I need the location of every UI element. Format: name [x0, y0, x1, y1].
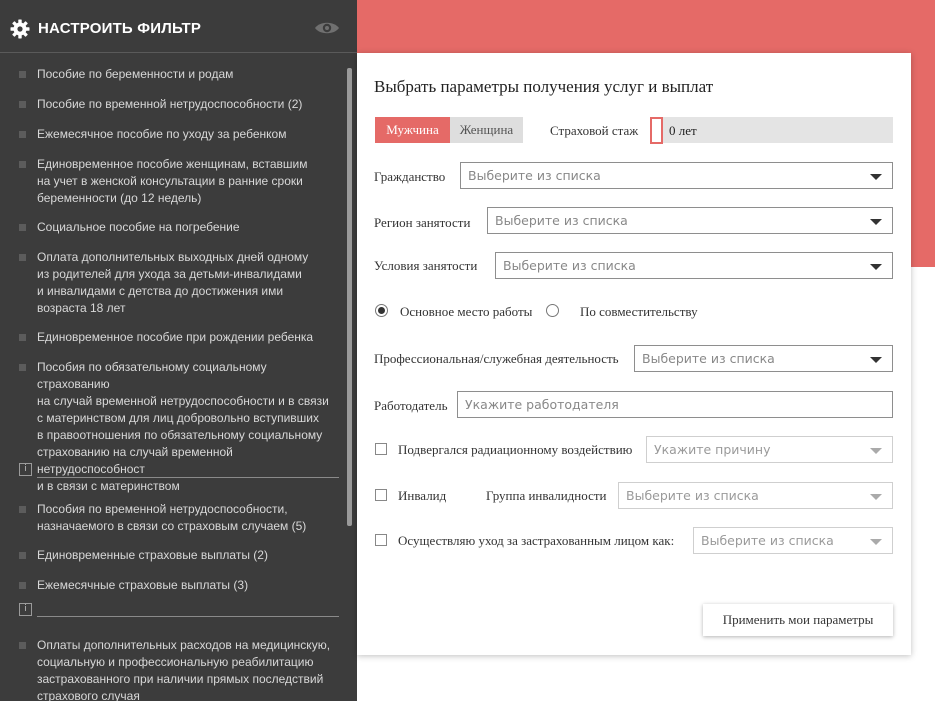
profession-select[interactable]: Выберите из списка: [634, 345, 893, 372]
sidebar-item-label: Единовременные страховые выплаты (2): [37, 548, 268, 562]
sidebar-header: НАСТРОИТЬ ФИЛЬТР: [0, 0, 357, 53]
filter-sidebar: НАСТРОИТЬ ФИЛЬТР Пособие по беременности…: [0, 0, 357, 701]
bullet: [19, 224, 26, 231]
apply-parameters-button[interactable]: Применить мои параметры: [703, 604, 893, 636]
section-divider: [37, 616, 339, 617]
region-label: Регион занятости: [374, 215, 471, 230]
bullet: [19, 334, 26, 341]
stazh-label: Страховой стаж: [550, 123, 639, 138]
bullet: [19, 101, 26, 108]
sidebar-scrollbar[interactable]: [347, 68, 352, 526]
bullet: [19, 254, 26, 261]
select-placeholder: Выберите из списка: [468, 168, 601, 183]
chevron-down-icon: [870, 494, 882, 500]
select-placeholder: Выберите из списка: [626, 488, 759, 503]
bullet: [19, 506, 26, 513]
bullet: [19, 71, 26, 78]
bullet: [19, 364, 26, 371]
sidebar-item-label: Пособие по временной нетрудоспособности …: [37, 97, 303, 111]
bullet: [19, 582, 26, 589]
radio-main-workplace[interactable]: [375, 304, 388, 317]
chevron-down-icon: [870, 357, 882, 363]
stazh-slider-handle[interactable]: [650, 117, 663, 144]
select-placeholder: Выберите из списка: [503, 258, 636, 273]
bullet: [19, 552, 26, 559]
region-select[interactable]: Выберите из списка: [487, 207, 893, 234]
gender-female-button[interactable]: Женщина: [450, 117, 523, 143]
sidebar-item-label: Единовременное пособие при рождении ребе…: [37, 330, 314, 344]
select-placeholder: Выберите из списка: [701, 533, 834, 548]
stazh-value: 0 лет: [669, 123, 697, 138]
radiation-checkbox[interactable]: [375, 443, 387, 455]
disability-label: Инвалид: [398, 488, 447, 503]
select-placeholder: Выберите из списка: [642, 351, 775, 366]
sidebar-title: НАСТРОИТЬ ФИЛЬТР: [38, 20, 202, 37]
chevron-down-icon: [870, 448, 882, 454]
conditions-select[interactable]: Выберите из списка: [495, 252, 893, 279]
section-divider: [37, 477, 339, 478]
gender-male-button[interactable]: Мужчина: [375, 117, 450, 143]
care-checkbox[interactable]: [375, 534, 387, 546]
profession-label: Профессиональная/служебная деятельность: [374, 351, 619, 366]
chevron-down-icon: [870, 539, 882, 545]
main-workplace-label: Основное место работы: [400, 304, 533, 319]
chevron-down-icon: [870, 219, 882, 225]
sidebar-item-label: Оплаты дополнительных расходов на медици…: [37, 638, 331, 701]
bullet: [19, 161, 26, 168]
info-icon[interactable]: i: [19, 603, 32, 616]
sidebar-item-label: Пособия по временной нетрудоспособности,…: [37, 502, 307, 533]
radiation-reason-select[interactable]: Укажите причину: [646, 436, 893, 463]
sidebar-item-label: Единовременное пособие женщинам, вставши…: [37, 157, 308, 205]
care-label: Осуществляю уход за застрахованным лицом…: [398, 533, 675, 548]
disability-group-select[interactable]: Выберите из списка: [618, 482, 893, 509]
parttime-label: По совместительству: [580, 304, 698, 319]
card-title: Выбрать параметры получения услуг и выпл…: [374, 77, 714, 96]
select-placeholder: Укажите причину: [654, 442, 771, 457]
bullet: [19, 131, 26, 138]
sidebar-item-label: Ежемесячные страховые выплаты (3): [37, 578, 249, 592]
sidebar-item-label: Пособие по беременности и родам: [37, 67, 234, 81]
chevron-down-icon: [870, 264, 882, 270]
disability-group-label: Группа инвалидности: [486, 488, 607, 503]
bullet: [19, 642, 26, 649]
employer-label: Работодатель: [374, 398, 448, 413]
conditions-label: Условия занятости: [374, 258, 478, 273]
care-select[interactable]: Выберите из списка: [693, 527, 893, 554]
radiation-label: Подвергался радиационному воздействию: [398, 442, 633, 457]
citizenship-label: Гражданство: [374, 169, 446, 184]
radio-parttime[interactable]: [546, 304, 559, 317]
input-placeholder: Укажите работодателя: [465, 397, 619, 412]
gear-icon[interactable]: [10, 19, 30, 39]
sidebar-item-label: Оплата дополнительных выходных дней одно…: [37, 250, 309, 315]
chevron-down-icon: [870, 174, 882, 180]
disability-checkbox[interactable]: [375, 489, 387, 501]
employer-input[interactable]: Укажите работодателя: [457, 391, 893, 418]
info-icon[interactable]: i: [19, 463, 32, 476]
eye-icon[interactable]: [314, 20, 340, 36]
select-placeholder: Выберите из списка: [495, 213, 628, 228]
parameters-card: Выбрать параметры получения услуг и выпл…: [357, 53, 911, 655]
citizenship-select[interactable]: Выберите из списка: [460, 162, 893, 189]
sidebar-item-label: Ежемесячное пособие по уходу за ребенком: [37, 127, 287, 141]
sidebar-item-label: Пособия по обязательному социальному стр…: [37, 360, 329, 493]
sidebar-item-label: Социальное пособие на погребение: [37, 220, 240, 234]
